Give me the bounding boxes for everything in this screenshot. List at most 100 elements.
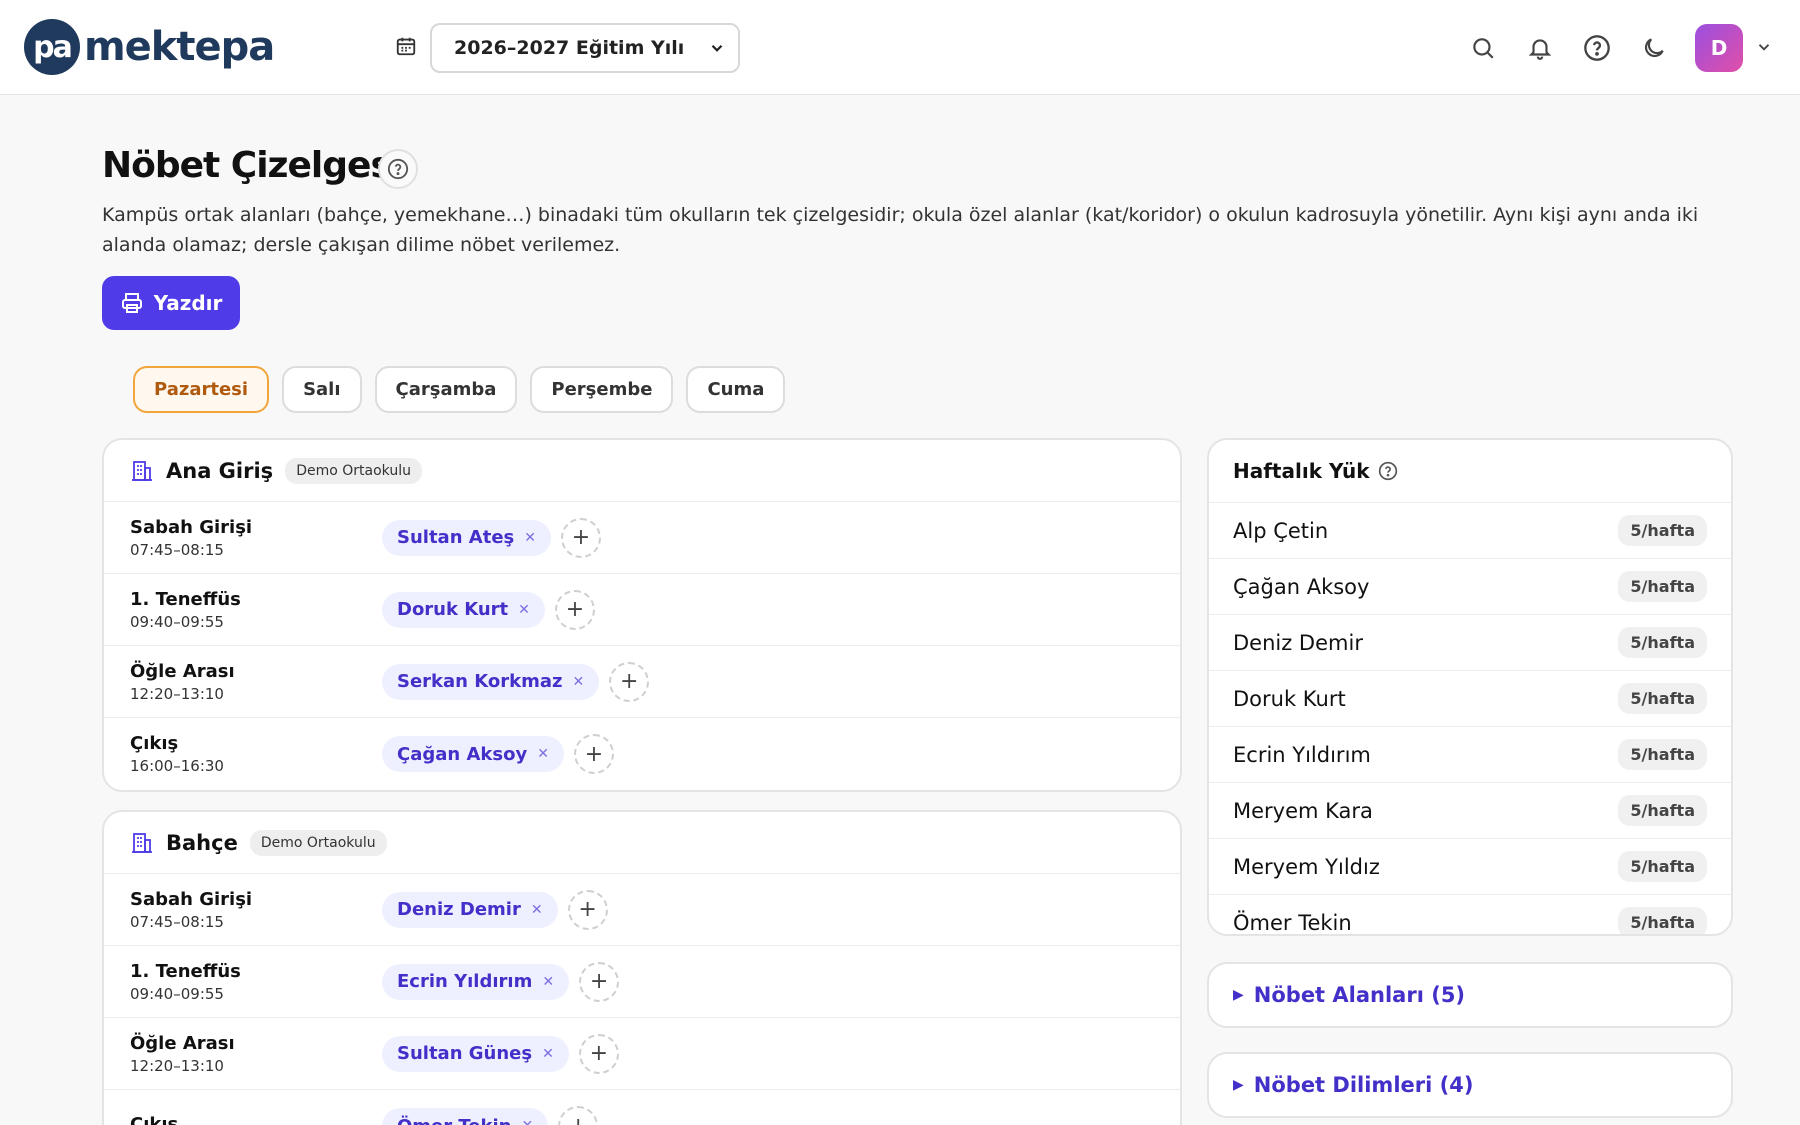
- add-person-button[interactable]: +: [573, 734, 614, 774]
- tab-persembe[interactable]: Perşembe: [530, 366, 674, 413]
- area-card-bahce: Bahçe Demo Ortaokulu Sabah Girişi 07:45–0…: [102, 810, 1182, 1125]
- person-name: Sultan Güneş: [397, 1043, 533, 1064]
- add-person-button[interactable]: +: [609, 661, 650, 702]
- remove-icon[interactable]: ✕: [521, 1118, 533, 1125]
- teacher-name: Ecrin Yıldırım: [1233, 742, 1371, 767]
- slot-row: Çıkış 16:00–16:30 Çağan Aksoy ✕ +: [104, 718, 1180, 790]
- add-person-button[interactable]: +: [554, 589, 595, 630]
- load-badge: 5/hafta: [1618, 571, 1707, 602]
- remove-icon[interactable]: ✕: [542, 974, 554, 990]
- panel-title: Haftalık Yük: [1233, 459, 1370, 483]
- person-name: Serkan Korkmaz: [397, 671, 563, 692]
- load-row: Meryem Yıldız 5/hafta: [1209, 838, 1731, 894]
- load-row: Çağan Aksoy 5/hafta: [1209, 558, 1731, 614]
- slot-name: Sabah Girişi: [130, 516, 253, 538]
- avatar[interactable]: D: [1695, 24, 1743, 72]
- collapsible-label: Nöbet Alanları (5): [1253, 983, 1466, 1007]
- tab-sali[interactable]: Salı: [282, 366, 362, 413]
- chevron-down-icon: [711, 44, 723, 52]
- load-row: Meryem Kara 5/hafta: [1209, 782, 1731, 838]
- remove-icon[interactable]: ✕: [572, 674, 584, 690]
- calendar-icon: [395, 35, 417, 61]
- collapsible-duty-slots[interactable]: ▶ Nöbet Dilimleri (4): [1207, 1052, 1733, 1118]
- search-icon[interactable]: [1465, 30, 1501, 66]
- load-row: Deniz Demir 5/hafta: [1209, 614, 1731, 670]
- assigned-person-chip[interactable]: Deniz Demir ✕: [382, 891, 558, 928]
- load-row: Alp Çetin 5/hafta: [1209, 502, 1731, 558]
- assigned-person-chip[interactable]: Serkan Korkmaz ✕: [382, 663, 600, 700]
- load-badge: 5/hafta: [1618, 907, 1707, 934]
- person-name: Ecrin Yıldırım: [397, 971, 533, 992]
- remove-icon[interactable]: ✕: [537, 746, 549, 762]
- slot-row: Öğle Arası 12:20–13:10 Sultan Güneş ✕ +: [104, 1018, 1180, 1090]
- load-badge: 5/hafta: [1618, 851, 1707, 882]
- chevron-down-icon[interactable]: [1755, 38, 1773, 60]
- load-row: Ömer Tekin 5/hafta: [1209, 894, 1731, 935]
- teacher-name: Alp Çetin: [1233, 518, 1329, 543]
- load-badge: 5/hafta: [1618, 795, 1707, 826]
- area-title: Bahçe: [166, 830, 238, 855]
- moon-icon[interactable]: [1636, 30, 1672, 66]
- slot-name: Sabah Girişi: [130, 888, 253, 910]
- print-label: Yazdır: [153, 291, 223, 315]
- collapsible-duty-areas[interactable]: ▶ Nöbet Alanları (5): [1207, 962, 1733, 1028]
- add-person-button[interactable]: +: [579, 961, 620, 1002]
- teacher-name: Meryem Yıldız: [1233, 854, 1380, 879]
- load-row: Doruk Kurt 5/hafta: [1209, 670, 1731, 726]
- tab-cuma[interactable]: Cuma: [686, 366, 786, 413]
- help-icon[interactable]: [1378, 461, 1398, 481]
- slot-row: Çıkış Ömer Tekin ✕ +: [104, 1090, 1180, 1125]
- assigned-person-chip[interactable]: Ecrin Yıldırım ✕: [382, 963, 570, 1000]
- assigned-person-chip[interactable]: Doruk Kurt ✕: [382, 591, 545, 628]
- assigned-person-chip[interactable]: Çağan Aksoy ✕: [382, 736, 564, 772]
- remove-icon[interactable]: ✕: [518, 602, 530, 618]
- bell-icon[interactable]: [1522, 30, 1558, 66]
- slot-row: 1. Teneffüs 09:40–09:55 Doruk Kurt ✕ +: [104, 574, 1180, 646]
- add-person-button[interactable]: +: [567, 889, 608, 930]
- slot-name: 1. Teneffüs: [130, 960, 241, 982]
- school-badge: Demo Ortaokulu: [249, 829, 387, 856]
- print-button[interactable]: Yazdır: [102, 276, 240, 330]
- assigned-person-chip[interactable]: Sultan Güneş ✕: [382, 1035, 569, 1072]
- teacher-name: Doruk Kurt: [1233, 686, 1346, 711]
- slot-row: 1. Teneffüs 09:40–09:55 Ecrin Yıldırım ✕ +: [104, 946, 1180, 1018]
- person-name: Ömer Tekin: [397, 1116, 511, 1125]
- slot-time: 12:20–13:10: [130, 1056, 224, 1075]
- load-badge: 5/hafta: [1618, 739, 1707, 770]
- slot-time: 16:00–16:30: [130, 757, 224, 775]
- slot-time: 12:20–13:10: [130, 684, 224, 703]
- add-person-button[interactable]: +: [578, 1033, 619, 1074]
- slot-time: 09:40–09:55: [130, 612, 224, 631]
- help-icon[interactable]: [378, 149, 418, 189]
- caret-right-icon: ▶: [1233, 987, 1244, 1003]
- logo-text: mektepa: [84, 24, 275, 70]
- year-select[interactable]: 2026–2027 Eğitim Yılı: [430, 23, 740, 73]
- logo[interactable]: pa mektepa: [24, 19, 275, 75]
- add-person-button[interactable]: +: [560, 517, 601, 558]
- remove-icon[interactable]: ✕: [531, 902, 543, 918]
- slot-time: 07:45–08:15: [130, 540, 224, 559]
- remove-icon[interactable]: ✕: [542, 1046, 554, 1062]
- assigned-person-chip[interactable]: Sultan Ateş ✕: [382, 519, 551, 556]
- slot-time: 07:45–08:15: [130, 912, 224, 931]
- assigned-person-chip[interactable]: Ömer Tekin ✕: [382, 1108, 549, 1125]
- slot-name: Çıkış: [130, 1114, 179, 1125]
- add-person-button[interactable]: +: [558, 1106, 599, 1125]
- person-name: Deniz Demir: [397, 899, 521, 920]
- caret-right-icon: ▶: [1233, 1077, 1244, 1093]
- tab-pazartesi[interactable]: Pazartesi: [133, 366, 270, 413]
- logo-mark: pa: [24, 19, 80, 75]
- area-title: Ana Giriş: [166, 458, 274, 483]
- teacher-name: Ömer Tekin: [1233, 910, 1352, 935]
- help-icon[interactable]: [1579, 30, 1615, 66]
- slot-name: 1. Teneffüs: [130, 588, 241, 610]
- weekly-load-panel[interactable]: Haftalık Yük Alp Çetin 5/hafta Çağan Akso…: [1207, 438, 1733, 936]
- load-badge: 5/hafta: [1618, 627, 1707, 658]
- slot-time: 09:40–09:55: [130, 984, 224, 1003]
- slot-name: Öğle Arası: [130, 1032, 235, 1054]
- tab-carsamba[interactable]: Çarşamba: [374, 366, 518, 413]
- remove-icon[interactable]: ✕: [524, 530, 536, 546]
- person-name: Çağan Aksoy: [397, 743, 528, 765]
- person-name: Doruk Kurt: [397, 599, 509, 620]
- school-badge: Demo Ortaokulu: [285, 457, 422, 484]
